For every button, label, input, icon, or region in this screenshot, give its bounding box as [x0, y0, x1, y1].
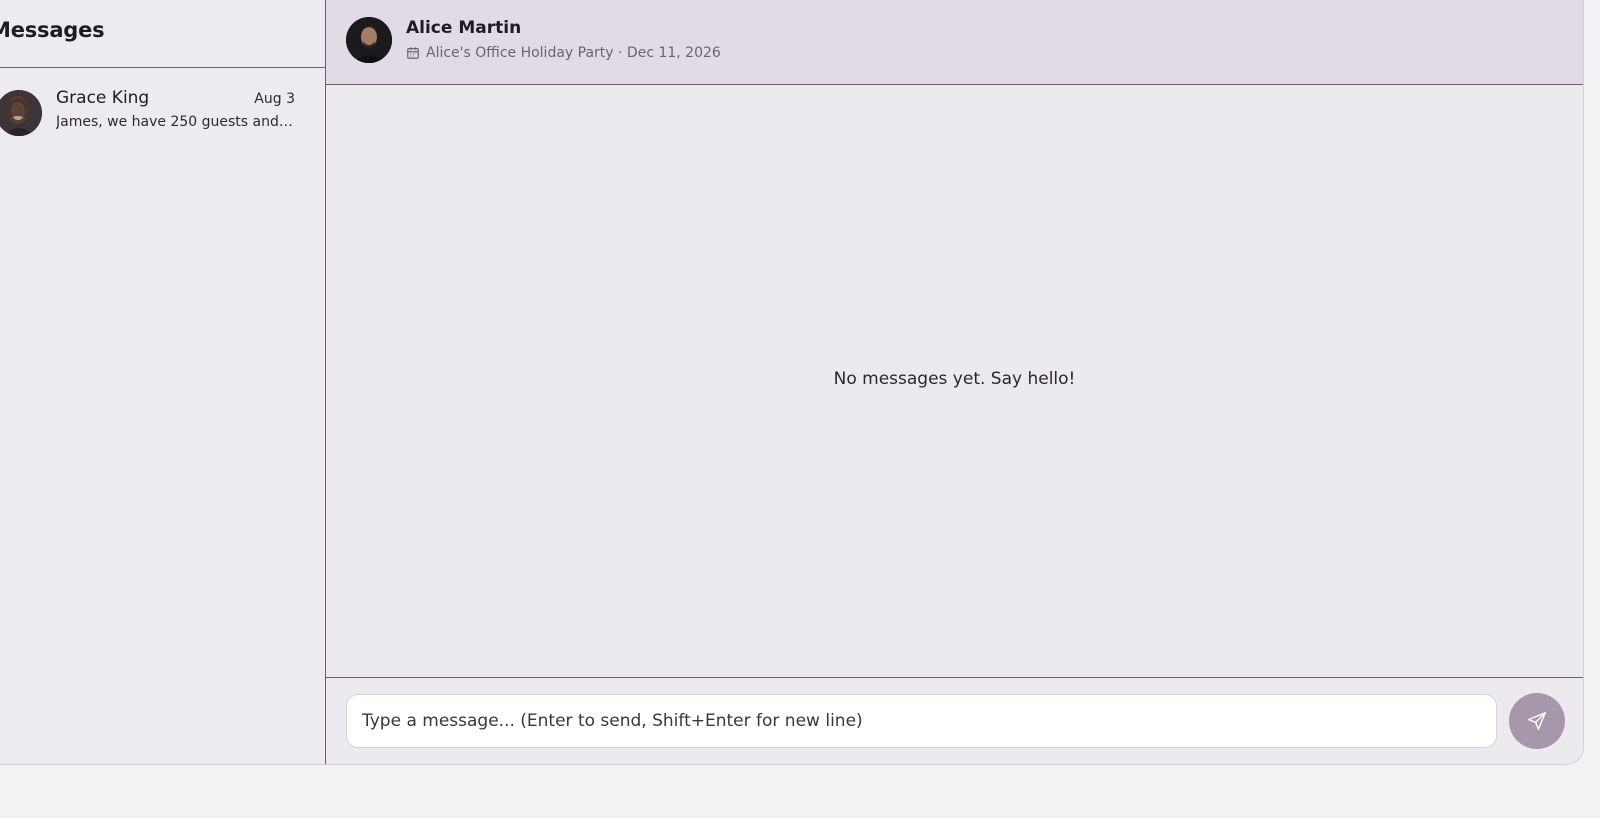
conversation-name: Grace King [56, 88, 150, 108]
chat-panel: Alice Martin Alice's Office Holiday Part… [326, 0, 1583, 764]
send-button[interactable] [1509, 693, 1565, 749]
conversation-date: Aug 3 [254, 91, 295, 107]
contact-name: Alice Martin [406, 18, 522, 38]
avatar [0, 90, 42, 136]
conversation-item-grace-king[interactable]: Grace King Aug 3 James, we have 250 gues… [0, 68, 325, 158]
event-info: Alice's Office Holiday Party · Dec 11, 2… [406, 45, 721, 61]
avatar-image [346, 17, 392, 63]
conversation-sidebar: Messages Grace King Aug 3 James, we have… [0, 0, 326, 764]
event-label: Alice's Office Holiday Party · Dec 11, 2… [426, 45, 721, 61]
messaging-app: Messages Grace King Aug 3 James, we have… [0, 0, 1584, 765]
message-composer [326, 677, 1583, 764]
sidebar-header: Messages [0, 0, 325, 68]
messages-area: No messages yet. Say hello! [326, 85, 1583, 677]
avatar [346, 17, 392, 63]
conversation-preview: James, we have 250 guests and n... [56, 114, 296, 130]
sidebar-title: Messages [0, 18, 105, 42]
empty-state: No messages yet. Say hello! [833, 369, 1076, 389]
message-input[interactable] [346, 694, 1497, 748]
avatar-image [0, 90, 42, 136]
calendar-icon [407, 47, 419, 59]
chat-header: Alice Martin Alice's Office Holiday Part… [326, 0, 1583, 85]
send-icon [1528, 712, 1546, 730]
